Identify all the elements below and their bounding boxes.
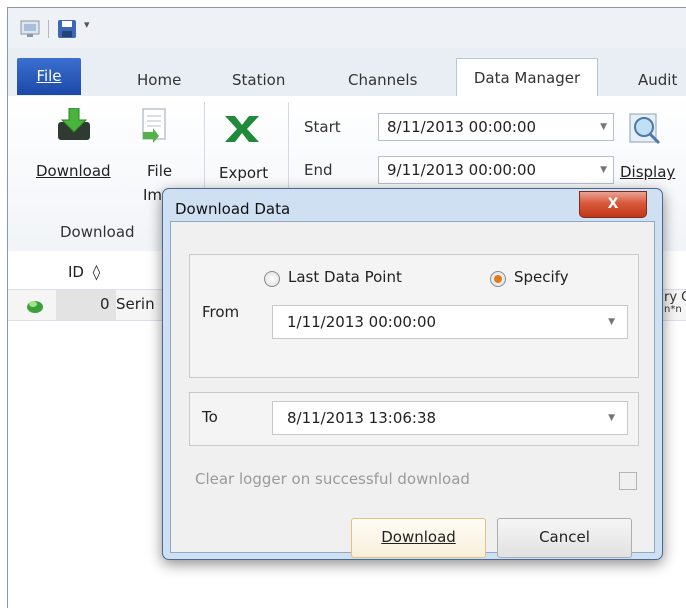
- station-status-icon: [27, 301, 43, 313]
- close-button[interactable]: X: [579, 191, 647, 218]
- save-icon[interactable]: [57, 19, 77, 39]
- id-header-label: ID: [68, 263, 84, 281]
- file-tab-label: File: [36, 67, 62, 85]
- ribbon-tab-strip: File Home Station Channels Data Manager …: [8, 48, 686, 98]
- radio-unchecked-icon: [264, 271, 280, 287]
- download-group-label: Download: [60, 223, 135, 241]
- customize-qat-icon[interactable]: ▾: [84, 18, 90, 31]
- last-data-point-radio[interactable]: Last Data Point: [264, 267, 454, 289]
- quick-access-toolbar: ▾: [8, 8, 686, 48]
- start-date-value: 8/11/2013 00:00:00: [387, 118, 537, 136]
- file-import-label-1: File: [147, 162, 173, 180]
- download-ribbon-button[interactable]: Download: [28, 106, 118, 186]
- tab-file[interactable]: File: [17, 58, 81, 95]
- sort-icon: ◊: [92, 263, 101, 281]
- start-date-combo[interactable]: 8/11/2013 00:00:00 ▼: [378, 113, 614, 141]
- tab-home[interactable]: Home: [137, 66, 181, 96]
- download-data-dialog: Download Data X From Last Data Point Spe…: [162, 188, 663, 560]
- tab-audit[interactable]: Audit: [638, 66, 677, 96]
- export-button[interactable]: Export: [211, 106, 277, 186]
- display-label: Display: [620, 163, 676, 181]
- end-date-value: 9/11/2013 00:00:00: [387, 161, 537, 179]
- dialog-body: From Last Data Point Specify 1/11/2013 0…: [170, 221, 655, 558]
- to-label: To: [202, 408, 218, 426]
- close-icon: X: [607, 196, 619, 212]
- cancel-button[interactable]: Cancel: [497, 518, 632, 558]
- excel-export-icon: [225, 116, 259, 142]
- chevron-down-icon[interactable]: ▼: [608, 306, 615, 339]
- chevron-down-icon[interactable]: ▼: [600, 114, 607, 141]
- row-fragment-1: ry C: [664, 290, 686, 305]
- tab-station[interactable]: Station: [232, 66, 285, 96]
- id-column-header[interactable]: ID ◊: [68, 263, 100, 281]
- end-label: End: [304, 161, 333, 179]
- tab-channels[interactable]: Channels: [348, 66, 417, 96]
- export-label: Export: [219, 164, 269, 182]
- cancel-button-label: Cancel: [539, 528, 590, 546]
- chevron-down-icon[interactable]: ▼: [608, 402, 615, 435]
- clear-logger-label: Clear logger on successful download: [195, 470, 470, 488]
- download-button[interactable]: Download: [351, 518, 486, 558]
- from-date-value: 1/11/2013 00:00:00: [287, 313, 437, 331]
- download-label: Download: [36, 162, 111, 180]
- file-import-icon: [142, 108, 166, 143]
- specify-radio[interactable]: Specify: [490, 267, 590, 289]
- display-button[interactable]: Display: [620, 106, 686, 186]
- download-button-label: Download: [381, 528, 456, 546]
- to-date-combo[interactable]: 8/11/2013 13:06:38 ▼: [272, 401, 628, 435]
- specify-label: Specify: [514, 268, 569, 286]
- end-date-combo[interactable]: 9/11/2013 00:00:00 ▼: [378, 156, 614, 184]
- to-date-value: 8/11/2013 13:06:38: [287, 409, 437, 427]
- to-group: To 8/11/2013 13:06:38 ▼: [189, 392, 639, 446]
- from-date-combo[interactable]: 1/11/2013 00:00:00 ▼: [272, 305, 628, 339]
- last-data-point-label: Last Data Point: [288, 268, 402, 286]
- download-icon: [58, 108, 90, 140]
- radio-checked-icon: [490, 271, 506, 287]
- from-label: From: [202, 303, 240, 321]
- qat-divider: [48, 20, 49, 38]
- dialog-title: Download Data: [175, 200, 291, 218]
- from-group: From Last Data Point Specify 1/11/2013 0…: [189, 254, 639, 378]
- row-id: 0: [100, 295, 110, 313]
- tab-data-manager[interactable]: Data Manager: [456, 58, 598, 98]
- display-icon: [629, 113, 661, 145]
- row-text: Serin: [116, 295, 155, 313]
- start-label: Start: [304, 118, 341, 136]
- app-icon[interactable]: [20, 20, 40, 38]
- clear-logger-checkbox[interactable]: [619, 472, 637, 490]
- row-fragment-2: n*n: [664, 304, 682, 315]
- chevron-down-icon[interactable]: ▼: [600, 157, 607, 184]
